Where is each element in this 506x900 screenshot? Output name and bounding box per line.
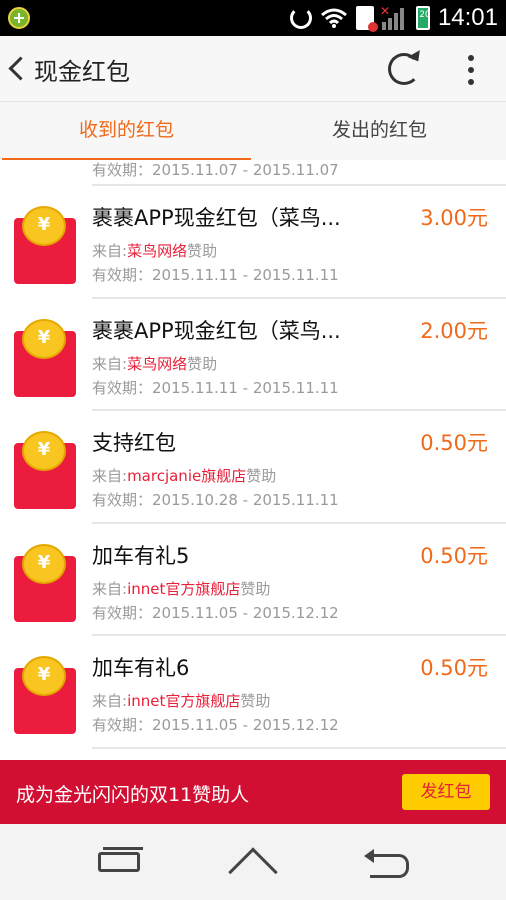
- item-amount: 0.50元: [420, 543, 488, 568]
- sponsor-link[interactable]: innet官方旗舰店: [127, 580, 240, 598]
- status-bar: ✕ 20 14:01: [0, 0, 506, 36]
- tab-received[interactable]: 收到的红包: [0, 102, 253, 161]
- more-vertical-icon[interactable]: [466, 55, 476, 85]
- item-amount: 3.00元: [420, 206, 488, 230]
- sim-icon: [355, 6, 378, 32]
- item-validity: 有效期：2015.11.05 - 2015.12.12: [92, 603, 339, 622]
- item-validity: 有效期：2015.11.11 - 2015.11.11: [92, 266, 339, 284]
- app-notification-icon: [8, 7, 30, 29]
- sync-icon: [289, 7, 312, 29]
- item-title: 支持红包: [92, 431, 176, 455]
- item-amount: 2.00元: [420, 318, 488, 343]
- item-title: 裹裹APP现金红包（菜鸟...: [92, 206, 341, 230]
- back-arrow-icon[interactable]: [8, 56, 26, 80]
- status-icons: ✕ 20 14:01: [289, 0, 498, 36]
- list-item[interactable]: ¥ 支持红包 0.50元 来自:marcjanie旗舰店赞助 有效期：2015.…: [0, 411, 506, 524]
- banner-text: 成为金光闪闪的双11赞助人: [16, 784, 250, 806]
- list-item[interactable]: ¥ 加车有礼6 0.50元 来自:innet官方旗舰店赞助 有效期：2015.1…: [0, 636, 506, 749]
- list-item[interactable]: ¥ 加车有礼5 0.50元 来自:innet官方旗舰店赞助 有效期：2015.1…: [0, 524, 506, 637]
- item-source: 来自:innet官方旗舰店赞助: [92, 692, 271, 710]
- app-header: 现金红包: [0, 36, 506, 102]
- page-title: 现金红包: [34, 58, 130, 86]
- item-validity: 有效期：2015.10.28 - 2015.11.11: [92, 491, 339, 509]
- signal-icon: ✕: [380, 4, 408, 30]
- status-time: 14:01: [437, 4, 498, 31]
- item-source: 来自:marcjanie旗舰店赞助: [92, 467, 277, 485]
- send-red-packet-button[interactable]: 发红包: [402, 774, 490, 810]
- item-source: 来自:菜鸟网络赞助: [92, 242, 218, 260]
- wifi-icon: [320, 8, 347, 28]
- system-nav-bar: [0, 824, 506, 900]
- list-item[interactable]: ¥ 裹裹APP现金红包（菜鸟... 3.00元 来自:菜鸟网络赞助 有效期：20…: [0, 186, 506, 299]
- red-packet-list[interactable]: 有效期：2015.11.07 - 2015.11.07 ¥ 裹裹APP现金红包（…: [0, 160, 506, 760]
- sponsor-link[interactable]: innet官方旗舰店: [127, 692, 240, 710]
- coin-icon: ¥: [22, 318, 66, 359]
- item-title: 加车有礼6: [92, 656, 190, 680]
- item-amount: 0.50元: [420, 431, 488, 455]
- list-item[interactable]: ¥ 裹裹APP现金红包（菜鸟... 2.00元 来自:菜鸟网络赞助 有效期：20…: [0, 299, 506, 412]
- battery-icon: 20: [415, 6, 431, 30]
- item-title: 裹裹APP现金红包（菜鸟...: [92, 318, 341, 343]
- list-item[interactable]: 有效期：2015.11.07 - 2015.11.07: [0, 160, 506, 186]
- item-validity: 有效期：2015.11.07 - 2015.11.07: [92, 161, 339, 179]
- sponsor-link[interactable]: marcjanie旗舰店: [127, 467, 246, 485]
- tab-bar: 收到的红包 发出的红包: [0, 102, 506, 161]
- sponsor-link[interactable]: 菜鸟网络: [127, 242, 187, 260]
- sponsor-link[interactable]: 菜鸟网络: [127, 355, 187, 373]
- tab-sent[interactable]: 发出的红包: [253, 102, 506, 160]
- battery-label: 20: [419, 10, 431, 20]
- item-title: 加车有礼5: [92, 543, 190, 568]
- back-icon[interactable]: [362, 849, 410, 878]
- item-validity: 有效期：2015.11.05 - 2015.12.12: [92, 716, 339, 734]
- coin-icon: ¥: [22, 431, 66, 471]
- coin-icon: ¥: [22, 206, 66, 246]
- item-validity: 有效期：2015.11.11 - 2015.11.11: [92, 378, 339, 397]
- recent-apps-icon[interactable]: [98, 847, 143, 872]
- coin-icon: ¥: [22, 656, 66, 696]
- home-icon[interactable]: [230, 850, 276, 874]
- refresh-icon[interactable]: [388, 53, 420, 85]
- promo-banner: 成为金光闪闪的双11赞助人 发红包: [0, 760, 506, 824]
- item-amount: 0.50元: [420, 656, 488, 680]
- item-source: 来自:菜鸟网络赞助: [92, 354, 218, 373]
- coin-icon: ¥: [22, 543, 66, 584]
- item-source: 来自:innet官方旗舰店赞助: [92, 579, 271, 598]
